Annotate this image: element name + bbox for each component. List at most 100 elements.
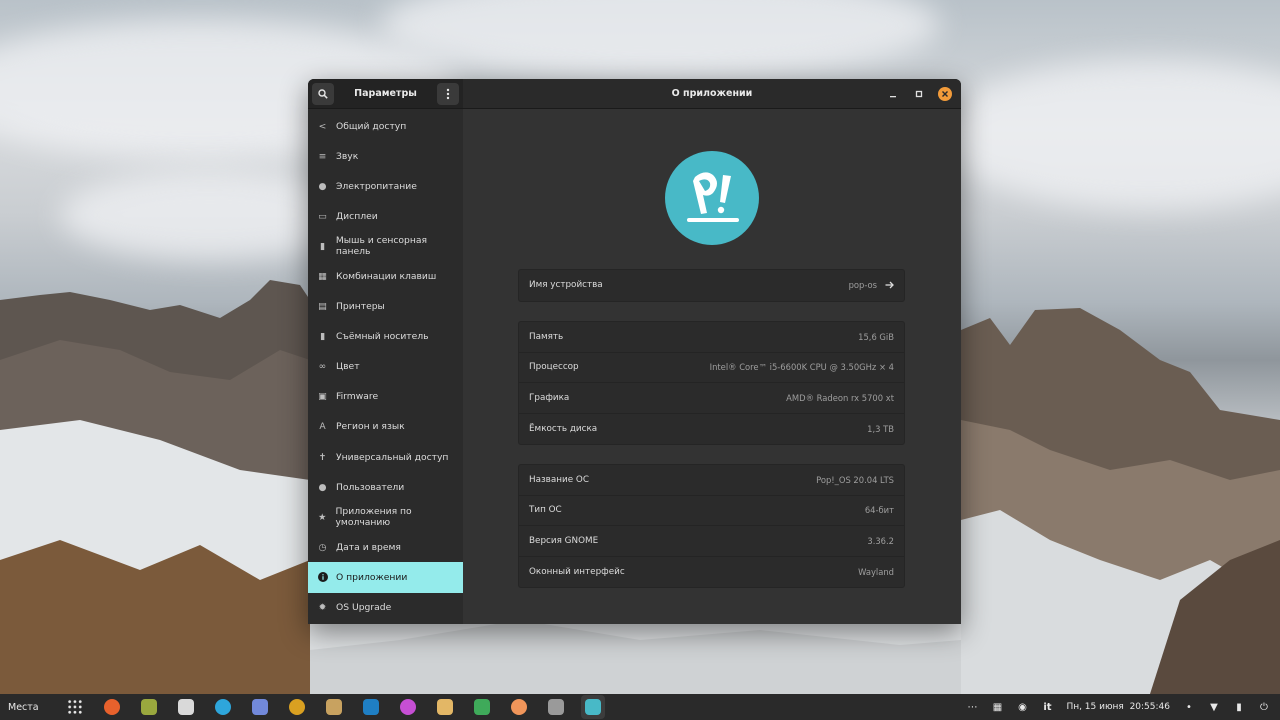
places-menu[interactable]: Места (0, 702, 47, 713)
users-icon: ● (318, 481, 327, 493)
sidebar-item-sound[interactable]: ≡ Звук (308, 141, 463, 171)
hardware-card: Память 15,6 GiB Процессор Intel® Core™ i5-… (518, 321, 905, 445)
sidebar-item-removable-media[interactable]: ▮ Съёмный носитель (308, 322, 463, 352)
device-name-row[interactable]: Имя устройства pop-os (519, 270, 904, 301)
firmware-icon: ▣ (318, 391, 327, 403)
settings-app-icon[interactable] (581, 695, 606, 719)
processor-row: Процессор Intel® Core™ i5-6600K CPU @ 3.5… (519, 353, 904, 383)
sidebar-item-label: Комбинации клавиш (336, 271, 437, 283)
workspaces-icon[interactable]: ▦ (991, 701, 1003, 713)
sidebar-item-accessibility[interactable]: ✝ Универсальный доступ (308, 442, 463, 472)
sidebar-item-label: Принтеры (336, 301, 385, 313)
sidebar-item-printers[interactable]: ▤ Принтеры (308, 292, 463, 322)
folder-icon[interactable] (470, 695, 494, 719)
sidebar-item-sharing[interactable]: < Общий доступ (308, 111, 463, 141)
search-button[interactable] (312, 82, 334, 105)
sidebar-item-label: Цвет (336, 361, 360, 373)
windowing-value: Wayland (858, 566, 894, 577)
minimize-icon (890, 96, 896, 98)
gamepad-icon[interactable]: ◉ (1016, 701, 1028, 713)
close-button[interactable] (937, 86, 953, 102)
main-header: О приложении (463, 79, 961, 109)
sidebar-item-label: Пользователи (336, 481, 405, 493)
gear-icon: ✹ (318, 602, 327, 614)
app-grid-icon[interactable] (63, 695, 87, 719)
system-monitor-icon[interactable] (544, 695, 568, 719)
sidebar-item-date-time[interactable]: ◷ Дата и время (308, 532, 463, 562)
removable-media-icon: ▮ (319, 331, 326, 343)
sidebar-item-keyboard[interactable]: ▦ Комбинации клавиш (308, 261, 463, 291)
power-menu-icon[interactable]: ⏻ (1258, 701, 1270, 713)
overflow-icon[interactable]: ⋯ (966, 701, 978, 713)
graphics-value: AMD® Radeon rx 5700 xt (786, 392, 894, 403)
device-card: Имя устройства pop-os (518, 269, 905, 302)
accessibility-icon: ✝ (318, 451, 327, 463)
minimize-button[interactable] (885, 86, 901, 102)
sidebar-item-label: Мышь и сенсорная панель (335, 235, 428, 258)
maximize-icon (915, 90, 923, 98)
region-icon: A (319, 421, 326, 433)
graphics-label: Графика (529, 392, 570, 403)
sidebar-item-os-upgrade[interactable]: ✹ OS Upgrade (308, 593, 463, 623)
kebab-menu-icon (446, 88, 450, 99)
document-icon[interactable] (322, 695, 346, 719)
microphone-icon[interactable]: ▮ (1233, 701, 1245, 713)
windowing-label: Оконный интерфейс (529, 566, 625, 577)
close-icon (938, 87, 952, 101)
maximize-button[interactable] (911, 86, 927, 102)
notification-dot-icon[interactable]: • (1183, 701, 1195, 713)
main-panel: О приложении Имя устройства pop-os Памят… (463, 79, 961, 624)
telegram-icon[interactable] (211, 695, 235, 719)
color-picker-icon[interactable] (396, 695, 420, 719)
sidebar-item-mouse[interactable]: ▮ Мышь и сенсорная панель (308, 231, 463, 261)
sidebar-item-label: OS Upgrade (336, 602, 392, 614)
headphones-icon[interactable] (285, 695, 309, 719)
sidebar-item-label: Универсальный доступ (336, 451, 449, 463)
gnome-version-value: 3.36.2 (867, 535, 894, 546)
keyboard-layout-indicator[interactable]: it (1041, 701, 1053, 713)
sidebar-header: Параметры (308, 79, 463, 109)
memory-row: Память 15,6 GiB (519, 322, 904, 353)
files-icon[interactable] (137, 695, 161, 719)
sidebar-item-label: Общий доступ (336, 120, 407, 132)
os-name-label: Название ОС (529, 474, 590, 485)
device-name-value: pop-os (848, 280, 877, 291)
share-icon: < (318, 120, 327, 132)
sidebar-list: < Общий доступ ≡ Звук ● Электропитание ▭ Дис… (308, 109, 463, 623)
sidebar-item-default-apps[interactable]: ★ Приложения по умолчанию (308, 502, 463, 532)
system-tray: ⋯ ▦ ◉ it Пн, 15 июня 20:55:46 • ▼ ▮ ⏻ (966, 694, 1280, 720)
menu-button[interactable] (437, 82, 459, 105)
processor-value: Intel® Core™ i5-6600K CPU @ 3.50GHz × 4 (709, 362, 894, 373)
archive-icon[interactable] (174, 695, 198, 719)
info-icon (317, 572, 328, 583)
sidebar-title: Параметры (354, 88, 417, 99)
clock[interactable]: Пн, 15 июня 20:55:46 (1066, 702, 1170, 712)
taskbar: Места ⋯ ▦ ◉ it Пн, 15 июня 20:55:46 • ▼ … (0, 694, 1280, 720)
os-type-row: Тип ОС 64-бит (519, 496, 904, 526)
color-icon: ∞ (318, 361, 327, 373)
firefox-icon[interactable] (100, 695, 124, 719)
os-name-row: Название ОС Pop!_OS 20.04 LTS (519, 465, 904, 496)
sidebar-item-power[interactable]: ● Электропитание (308, 171, 463, 201)
sidebar-item-label: Дата и время (336, 541, 401, 553)
sidebar-item-color[interactable]: ∞ Цвет (308, 352, 463, 382)
settings-window: Параметры < Общий доступ ≡ Звук ● Электропи… (308, 79, 961, 624)
sidebar-item-users[interactable]: ● Пользователи (308, 472, 463, 502)
sidebar-item-firmware[interactable]: ▣ Firmware (308, 382, 463, 412)
discord-icon[interactable] (248, 695, 272, 719)
mouse-icon: ▮ (319, 240, 325, 252)
os-type-label: Тип ОС (529, 505, 562, 516)
steam-icon[interactable] (359, 695, 383, 719)
tool-icon[interactable] (507, 695, 531, 719)
memory-value: 15,6 GiB (858, 331, 894, 342)
device-name-label: Имя устройства (529, 280, 603, 291)
star-icon: ★ (318, 511, 327, 523)
sidebar-item-about[interactable]: О приложении (308, 562, 463, 593)
pop-os-logo (665, 151, 759, 245)
package-icon[interactable] (433, 695, 457, 719)
sidebar-item-label: Съёмный носитель (336, 331, 429, 343)
wifi-icon[interactable]: ▼ (1208, 701, 1220, 713)
sidebar-item-region[interactable]: A Регион и язык (308, 412, 463, 442)
printer-icon: ▤ (318, 301, 327, 313)
sidebar-item-displays[interactable]: ▭ Дисплеи (308, 201, 463, 231)
